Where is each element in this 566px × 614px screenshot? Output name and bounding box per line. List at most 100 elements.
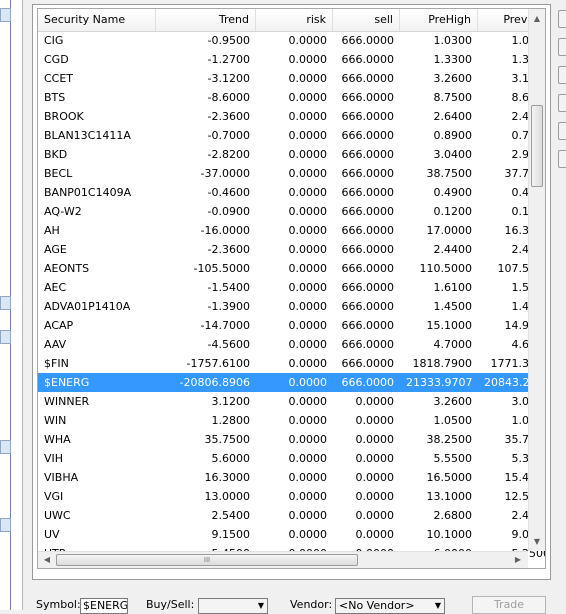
cell-prehigh: 13.1000 [426, 490, 473, 503]
cell-risk: 0.0000 [288, 433, 328, 446]
cell-risk: 0.0000 [288, 300, 328, 313]
cell-risk: 0.0000 [288, 91, 328, 104]
buysell-dropdown[interactable]: ▼ [198, 598, 268, 614]
vendor-dropdown[interactable]: <No Vendor> ▼ [335, 598, 445, 614]
cell-security-name: VIBHA [44, 471, 79, 484]
column-header-trend[interactable]: Trend [156, 9, 256, 31]
table-row[interactable]: WIN1.28000.00000.00001.05001.0100 [38, 411, 545, 430]
table-row[interactable]: CGD-1.27000.0000666.00001.33001.3000 [38, 50, 545, 69]
table-row[interactable]: BECL -37.0000 0.0000 666.0000 38.7500 37.7500 [38, 164, 545, 183]
column-header-security-name[interactable]: Security Name [38, 9, 156, 31]
table-row[interactable]: VIBHA 16.3000 0.0000 0.0000 16.5000 15.4000 [38, 468, 545, 487]
cell-security-name: VIH [44, 452, 64, 465]
cell-security-name: VGI [44, 490, 64, 503]
background-fragment [0, 440, 11, 454]
cell-sell: 0.0000 [355, 433, 395, 446]
security-grid-panel: Security Name Trend risk sell PreHigh PrevLow… [32, 4, 551, 580]
scroll-up-arrow-icon[interactable]: ▲ [529, 10, 545, 27]
scroll-left-arrow-icon[interactable]: ◀ [39, 552, 55, 568]
side-button[interactable] [558, 38, 566, 56]
symbol-label: Symbol: [36, 598, 81, 611]
cell-sell: 666.0000 [341, 110, 395, 123]
cell-security-name: UV [44, 528, 60, 541]
cell-risk: 0.0000 [288, 357, 328, 370]
cell-trend: -8.6000 [207, 91, 250, 104]
symbol-input[interactable]: $ENERG [80, 598, 128, 614]
table-row[interactable]: $FIN -1757.6100 0.0000 666.0000 1818.7900 177… [38, 354, 545, 373]
cell-sell: 666.0000 [341, 148, 395, 161]
cell-security-name: AGE [44, 243, 67, 256]
horizontal-scrollbar[interactable]: ◀ III ▶ [38, 551, 528, 568]
cell-trend: -2.3600 [207, 110, 250, 123]
cell-prehigh: 3.0400 [433, 148, 473, 161]
cell-sell: 666.0000 [341, 34, 395, 47]
table-row[interactable]: UWC2.54000.00000.00002.68002.4600 [38, 506, 545, 525]
cell-trend: 2.5400 [211, 509, 251, 522]
table-row[interactable]: BTS-8.60000.0000666.00008.75008.6500 [38, 88, 545, 107]
security-grid: Security Name Trend risk sell PreHigh PrevLow… [37, 8, 546, 569]
cell-risk: 0.0000 [288, 395, 328, 408]
cell-sell: 666.0000 [341, 205, 395, 218]
table-row[interactable]: VIH5.60000.00000.00005.55005.3500 [38, 449, 545, 468]
side-button[interactable] [558, 150, 566, 168]
cell-sell: 666.0000 [341, 338, 395, 351]
table-row[interactable]: AAV-4.56000.0000666.00004.70004.6000 [38, 335, 545, 354]
cell-risk: 0.0000 [288, 224, 328, 237]
cell-security-name: WHA [44, 433, 71, 446]
cell-prehigh: 2.6400 [433, 110, 473, 123]
cell-trend: -1.5400 [207, 281, 250, 294]
table-row[interactable]: BROOK-2.36000.0000666.00002.64002.4600 [38, 107, 545, 126]
cell-sell: 666.0000 [341, 243, 395, 256]
table-row[interactable]: AEONTS -105.5000 0.0000 666.0000 110.5000 107… [38, 259, 545, 278]
cell-trend: -105.5000 [193, 262, 250, 275]
cell-risk: 0.0000 [288, 167, 328, 180]
table-row[interactable]: UV9.15000.00000.000010.10009.0000 [38, 525, 545, 544]
table-row[interactable]: AQ-W2-0.09000.0000666.00000.12000.1000 [38, 202, 545, 221]
column-header-sell[interactable]: sell [333, 9, 400, 31]
cell-prehigh: 8.7500 [433, 91, 473, 104]
side-button[interactable] [558, 10, 566, 28]
cell-trend: 3.1200 [211, 395, 251, 408]
table-row[interactable]: WHA 35.7500 0.0000 0.0000 38.2500 35.7500 [38, 430, 545, 449]
cell-risk: 0.0000 [288, 243, 328, 256]
cell-prehigh: 1.0500 [433, 414, 473, 427]
vertical-scroll-thumb[interactable] [531, 105, 543, 187]
cell-risk: 0.0000 [288, 148, 328, 161]
table-row[interactable]: ACAP -14.7000 0.0000 666.0000 15.1000 14.9000 [38, 316, 545, 335]
table-row[interactable]: CIG-0.95000.0000666.00001.03001.0100 [38, 31, 545, 50]
table-row[interactable]: CCET-3.12000.0000666.00003.26003.1400 [38, 69, 545, 88]
column-header-risk[interactable]: risk [256, 9, 333, 31]
cell-sell: 666.0000 [341, 129, 395, 142]
side-button[interactable] [558, 66, 566, 84]
table-row[interactable]: $ENERG -20806.8906 0.0000 666.0000 21333.970… [38, 373, 545, 392]
scroll-right-arrow-icon[interactable]: ▶ [510, 552, 526, 568]
column-header-prehigh[interactable]: PreHigh [400, 9, 478, 31]
cell-risk: 0.0000 [288, 509, 328, 522]
cell-prehigh: 3.2600 [433, 72, 473, 85]
table-row[interactable]: ADVA01P1410A-1.39000.0000666.00001.45001… [38, 297, 545, 316]
scroll-down-arrow-icon[interactable]: ▼ [529, 533, 545, 550]
cell-prehigh: 1.0300 [433, 34, 473, 47]
cell-security-name: AQ-W2 [44, 205, 82, 218]
table-row[interactable]: VGI 13.0000 0.0000 0.0000 13.1000 12.5000 [38, 487, 545, 506]
cell-risk: 0.0000 [288, 414, 328, 427]
side-button[interactable] [558, 94, 566, 112]
cell-risk: 0.0000 [288, 319, 328, 332]
table-row[interactable]: BKD-2.82000.0000666.00003.04002.9400 [38, 145, 545, 164]
vertical-scrollbar[interactable]: ▲ ▼ [528, 9, 545, 551]
trade-button[interactable]: Trade [472, 596, 546, 614]
cell-security-name: AH [44, 224, 60, 237]
table-row[interactable]: AEC-1.54000.0000666.00001.61001.5600 [38, 278, 545, 297]
cell-risk: 0.0000 [288, 129, 328, 142]
background-fragment [0, 296, 11, 310]
table-row[interactable]: AH -16.0000 0.0000 666.0000 17.0000 16.3000 [38, 221, 545, 240]
table-row[interactable]: BLAN13C1411A-0.70000.0000666.00000.89000… [38, 126, 545, 145]
cell-trend: 9.1500 [211, 528, 251, 541]
table-row[interactable]: WINNER3.12000.00000.00003.26003.0800 [38, 392, 545, 411]
cell-risk: 0.0000 [288, 528, 328, 541]
side-button[interactable] [558, 122, 566, 140]
table-row[interactable]: BANP01C1409A-0.46000.0000666.00000.49000… [38, 183, 545, 202]
table-row[interactable]: AGE-2.36000.0000666.00002.44002.4000 [38, 240, 545, 259]
horizontal-scroll-thumb[interactable]: III [56, 554, 358, 566]
cell-prehigh: 4.7000 [433, 338, 473, 351]
